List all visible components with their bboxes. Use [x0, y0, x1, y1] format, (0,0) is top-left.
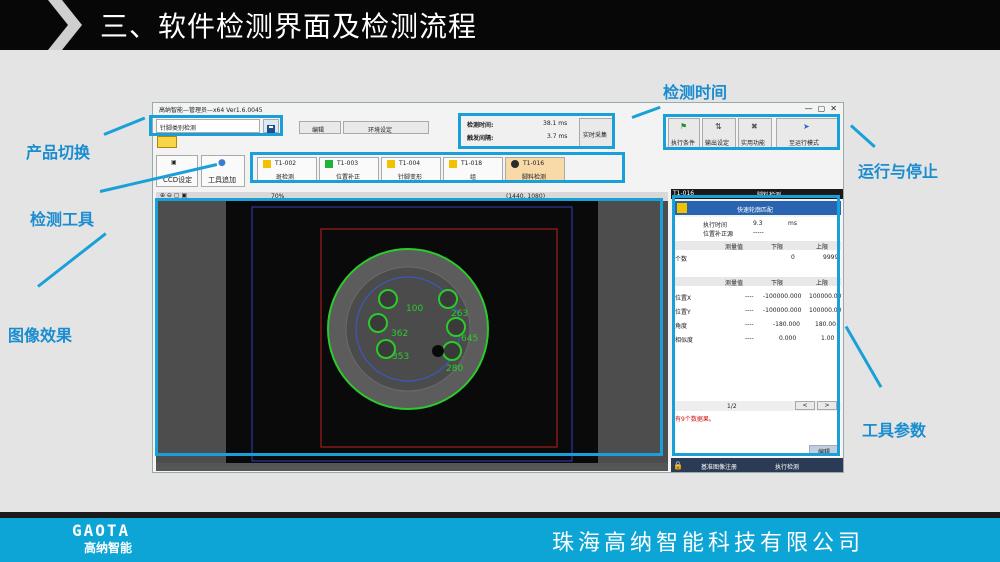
callout-product-switch [149, 115, 283, 136]
label-image-effect: 图像效果 [8, 326, 73, 345]
execute-button[interactable]: 执行检测 [775, 462, 799, 471]
callout-image-effect [155, 198, 663, 456]
label-run-stop: 运行与停止 [858, 162, 939, 181]
environment-menu[interactable]: 环境设定 [343, 121, 429, 134]
callout-detect-time [458, 113, 615, 149]
lock-icon[interactable]: 🔒 [673, 461, 683, 470]
status-indicator-icon [157, 136, 177, 148]
add-tool-icon: ● [218, 158, 226, 168]
camera-icon: ▣ [171, 159, 177, 166]
edit-menu[interactable]: 编辑 [299, 121, 341, 134]
label-detect-time: 检测时间 [663, 83, 728, 102]
tool-add-button[interactable]: ● 工具追加 [201, 155, 245, 187]
callout-detect-tool [250, 152, 625, 183]
callout-run-stop [663, 114, 840, 150]
base-image-button[interactable]: 基准图像注册 [701, 462, 737, 471]
company-name: 珠海高纳智能科技有限公司 [552, 531, 865, 556]
image-scrollbar[interactable] [156, 463, 668, 471]
label-tool-params: 工具参数 [862, 421, 927, 440]
chevron-decoration [48, 0, 82, 50]
environment-menu-label: 环境设定 [368, 127, 393, 134]
edit-menu-label: 编辑 [312, 127, 325, 134]
panel-footer: 🔒 基准图像注册 执行检测 [671, 458, 843, 472]
callout-tool-params [672, 195, 840, 456]
connector-line [37, 232, 107, 288]
connector-line [844, 325, 883, 388]
connector-line [103, 116, 146, 136]
company-logo-cn: 高纳智能 [84, 541, 133, 555]
connector-line [849, 124, 876, 149]
company-logo: GAOTA [72, 521, 131, 540]
tool-add-label: 工具追加 [208, 176, 236, 184]
label-detect-tool: 检测工具 [30, 210, 95, 229]
slide-title: 三、软件检测界面及检测流程 [100, 10, 478, 43]
window-controls[interactable]: — ▢ ✕ [805, 104, 837, 113]
label-product-switch: 产品切换 [26, 143, 91, 162]
window-title: 高纳智能—管理员—x64 Ver1.6.0045 [159, 107, 263, 114]
